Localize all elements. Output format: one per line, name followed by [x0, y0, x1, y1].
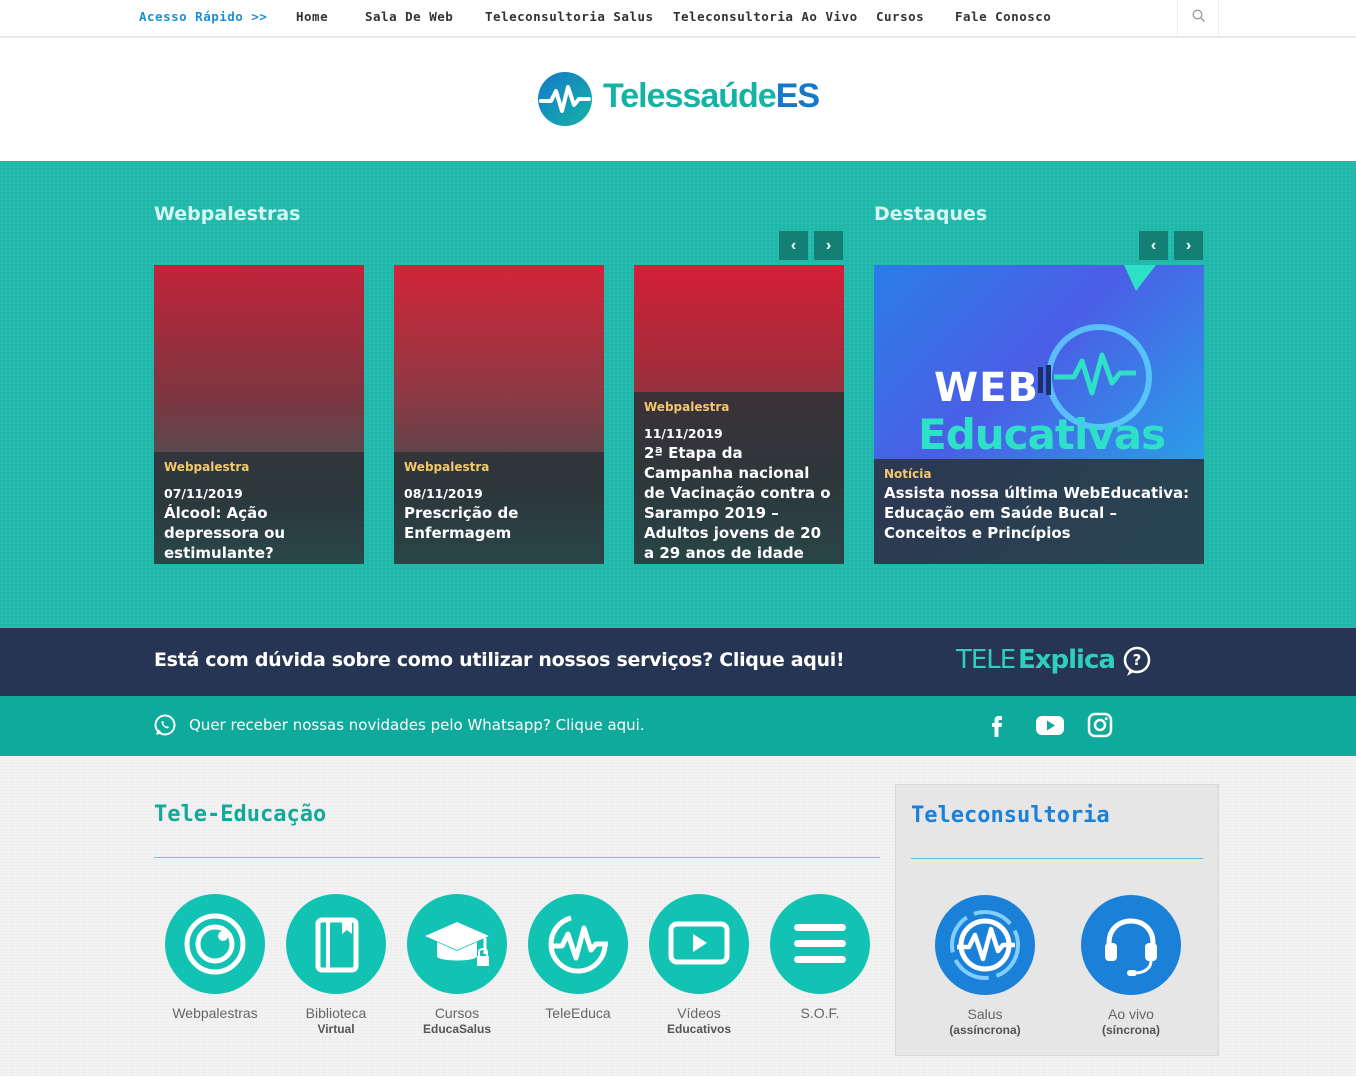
destaque-caption: Notícia Assista nossa última WebEducativ… [874, 459, 1204, 564]
sof-label: S.O.F. [800, 1005, 840, 1021]
salus-pulse-icon [950, 910, 1020, 980]
svg-text:?: ? [1133, 651, 1142, 669]
card-date: 11/11/2019 [644, 426, 723, 441]
biblioteca-virtual-label: Biblioteca Virtual [305, 1005, 367, 1036]
card-caption: Webpalestra 11/11/2019 2ª Etapa da Campa… [634, 392, 844, 564]
help-question-link[interactable]: Está com dúvida sobre como utilizar noss… [154, 649, 845, 671]
card-title: Prescrição de Enfermagem [404, 504, 519, 542]
youtube-icon[interactable] [1035, 710, 1065, 740]
videos-educativos-button[interactable] [649, 894, 749, 994]
search-button[interactable] [1177, 0, 1219, 37]
graduation-cap-icon [425, 922, 489, 966]
webpalestras-title: Webpalestras [154, 203, 301, 225]
teleeduca-label: TeleEduca [545, 1005, 611, 1021]
destaque-category: Notícia [884, 467, 932, 481]
tele-educacao-title: Tele-Educação [154, 802, 327, 827]
webpalestra-card[interactable]: Webpalestra 07/11/2019 Álcool: Ação depr… [154, 265, 364, 564]
menu-lines-icon [794, 924, 846, 963]
video-play-icon [668, 921, 730, 965]
tele-explica-logo[interactable]: TELE Explica ? [956, 645, 1156, 681]
salus-button[interactable] [935, 895, 1035, 995]
question-bubble-icon: ? [1123, 646, 1151, 676]
destaques-title: Destaques [874, 203, 988, 225]
ao-vivo-label: Ao vivo (síncrona) [1101, 1006, 1160, 1037]
services-section: Tele-Educação Webpalestras Biblioteca Vir… [0, 756, 1356, 1076]
ao-vivo-button[interactable] [1081, 895, 1181, 995]
biblioteca-virtual-button[interactable] [286, 894, 386, 994]
destaques-prev-button[interactable]: ‹ [1139, 231, 1168, 260]
destaque-image-text: WEB [934, 365, 1039, 411]
teleconsultoria-title: Teleconsultoria [911, 803, 1110, 828]
whatsapp-icon[interactable] [153, 713, 177, 737]
cursos-educasalus-button[interactable] [407, 894, 507, 994]
pulse-icon [548, 914, 608, 974]
nav-fale-conosco[interactable]: Fale Conosco [955, 9, 1051, 24]
logo-wordmark: TelessaúdeES [603, 77, 820, 115]
facebook-icon[interactable] [982, 710, 1012, 740]
tele-explica-brand: Explica [1018, 645, 1116, 675]
destaque-card[interactable]: WEB Educativas Notícia Assista nossa últ… [874, 265, 1204, 564]
sof-button[interactable] [770, 894, 870, 994]
nav-teleconsultoria-ao-vivo[interactable]: Teleconsultoria Ao Vivo [673, 9, 858, 24]
webpalestras-prev-button[interactable]: ‹ [779, 231, 808, 260]
divider [911, 858, 1203, 859]
divider [154, 857, 880, 858]
headset-icon [1105, 918, 1157, 976]
salus-label: Salus (assíncrona) [949, 1006, 1021, 1037]
nav-cursos[interactable]: Cursos [876, 9, 924, 24]
instagram-icon[interactable] [1085, 710, 1115, 740]
destaque-headline: Assista nossa última WebEducativa: Educa… [884, 484, 1190, 542]
webpalestra-card[interactable]: Webpalestra 11/11/2019 2ª Etapa da Campa… [634, 265, 844, 564]
card-caption: Webpalestra 07/11/2019 Álcool: Ação depr… [154, 452, 364, 564]
card-date: 07/11/2019 [164, 486, 243, 501]
tele-explica-brand: TELE [956, 645, 1016, 675]
card-date: 08/11/2019 [404, 486, 483, 501]
help-bar[interactable]: Está com dúvida sobre como utilizar noss… [0, 628, 1356, 696]
teleeduca-button[interactable] [528, 894, 628, 994]
webpalestras-label: Webpalestras [172, 1005, 258, 1021]
card-category: Webpalestra [644, 400, 730, 414]
eye-icon [184, 913, 246, 975]
book-icon [315, 917, 359, 973]
webpalestras-next-button[interactable]: › [814, 231, 843, 260]
nav-sala-de-web[interactable]: Sala De Web [365, 9, 453, 24]
destaques-next-button[interactable]: › [1174, 231, 1203, 260]
card-category: Webpalestra [404, 460, 490, 474]
cursos-educasalus-label: Cursos EducaSalus [422, 1005, 492, 1036]
whatsapp-link[interactable]: Quer receber nossas novidades pelo Whats… [189, 716, 645, 734]
site-header: TelessaúdeES [0, 38, 1356, 161]
featured-section: Webpalestras ‹ › Webpalestra 07/11/2019 … [0, 161, 1356, 628]
top-navigation: Acesso Rápido >> Home Sala De Web Teleco… [0, 0, 1356, 37]
nav-teleconsultoria-salus[interactable]: Teleconsultoria Salus [485, 9, 654, 24]
card-caption: Webpalestra 08/11/2019 Prescrição de Enf… [394, 452, 604, 564]
card-title: 2ª Etapa da Campanha nacional de Vacinaç… [644, 444, 831, 562]
search-icon [1192, 9, 1205, 22]
logo-pulse-icon [538, 72, 592, 126]
nav-quick-access[interactable]: Acesso Rápido >> [139, 9, 267, 24]
card-title: Álcool: Ação depressora ou estimulante? [164, 504, 286, 562]
webpalestra-card[interactable]: Webpalestra 08/11/2019 Prescrição de Enf… [394, 265, 604, 564]
site-logo[interactable]: TelessaúdeES [537, 71, 827, 129]
whatsapp-bar: Quer receber nossas novidades pelo Whats… [0, 696, 1356, 756]
videos-educativos-label: Vídeos Educativos [666, 1005, 732, 1036]
webpalestras-button[interactable] [165, 894, 265, 994]
card-category: Webpalestra [164, 460, 250, 474]
destaque-image-text: Educativas [918, 410, 1166, 459]
nav-home[interactable]: Home [296, 9, 328, 24]
